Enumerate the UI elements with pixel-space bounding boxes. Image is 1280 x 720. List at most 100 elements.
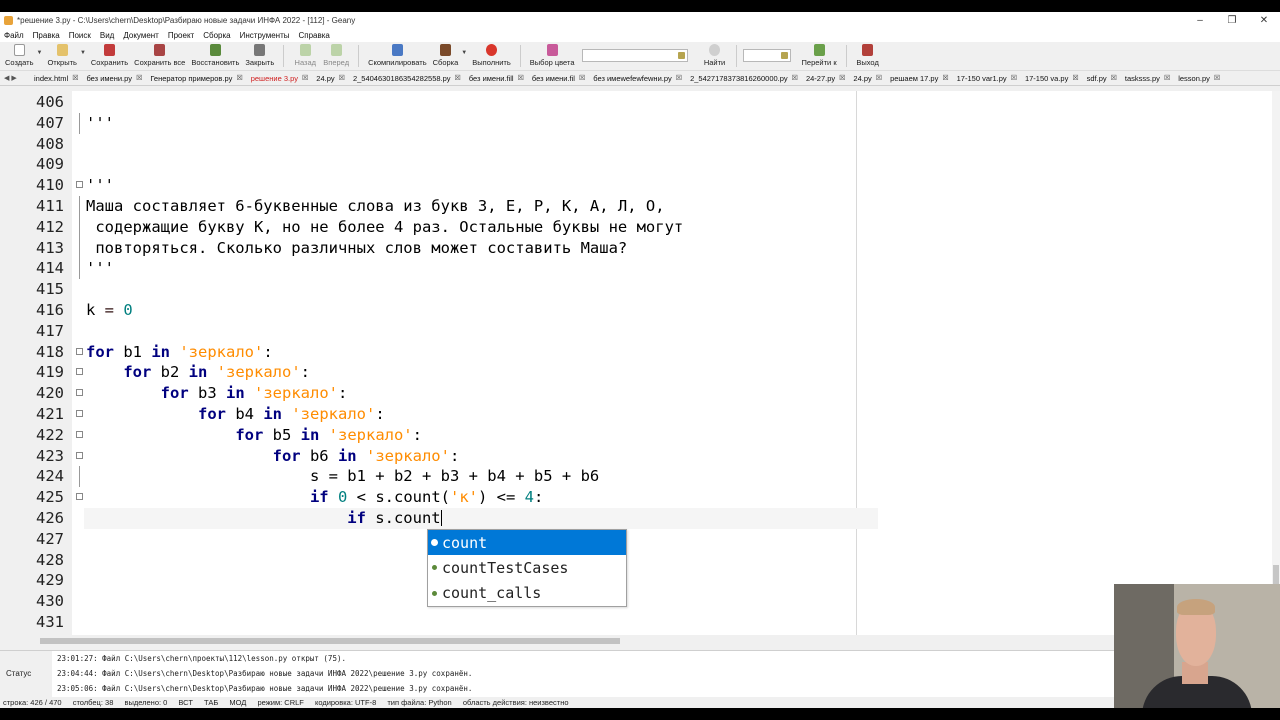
horizontal-scrollbar[interactable] xyxy=(22,635,1272,647)
goto-button[interactable]: Перейти к xyxy=(799,42,840,67)
close-file-button[interactable]: Закрыть xyxy=(242,42,277,67)
tab-17-150-var1[interactable]: 17-150 var1.py ☒ xyxy=(953,74,1021,83)
tab-status[interactable]: Статус xyxy=(6,669,31,678)
goto-icon xyxy=(813,44,825,56)
tab-tasksss[interactable]: tasksss.py ☒ xyxy=(1121,74,1174,83)
open-button[interactable]: Открыть xyxy=(44,42,79,67)
fold-toggle-icon[interactable] xyxy=(76,181,83,189)
close-tab-icon[interactable]: ☒ xyxy=(876,74,882,82)
close-tab-icon[interactable]: ☒ xyxy=(136,74,142,82)
menu-build[interactable]: Сборка xyxy=(203,31,230,40)
horizontal-scroll-thumb[interactable] xyxy=(40,638,620,644)
tab-solve-17[interactable]: решаем 17.py ☒ xyxy=(886,74,953,83)
close-window-button[interactable]: ✕ xyxy=(1248,12,1280,29)
run-button[interactable]: Выполнить xyxy=(469,42,514,67)
find-button[interactable]: Найти xyxy=(700,42,730,67)
fold-toggle-icon[interactable] xyxy=(76,410,83,417)
close-tab-icon[interactable]: ☒ xyxy=(1072,74,1078,82)
fold-line xyxy=(79,258,80,280)
exit-button[interactable]: Выход xyxy=(853,42,883,67)
maximize-button[interactable]: ❐ xyxy=(1216,12,1248,29)
status-eol-mode: режим: CRLF xyxy=(257,698,304,707)
close-tab-icon[interactable]: ☒ xyxy=(1214,74,1220,82)
menu-help[interactable]: Справка xyxy=(299,31,330,40)
menu-file[interactable]: Файл xyxy=(4,31,24,40)
autocomplete-popup: count countTestCases count_calls xyxy=(427,529,627,607)
forward-button[interactable]: Вперед xyxy=(320,42,352,67)
tab-24-b[interactable]: 24.py ☒ xyxy=(849,74,886,83)
color-picker-button[interactable]: Выбор цвета xyxy=(527,42,578,67)
tab-17-150-va[interactable]: 17-150 va.py ☒ xyxy=(1021,74,1083,83)
status-selection: выделено: 0 xyxy=(124,698,168,707)
create-dropdown-icon[interactable]: ▼ xyxy=(37,50,43,56)
autocomplete-item[interactable]: countTestCases xyxy=(428,555,626,580)
code-line: 424 s = b1 + b2 + b3 + b4 + b5 + b6 xyxy=(36,466,600,488)
close-tab-icon[interactable]: ☒ xyxy=(72,74,78,82)
tab-24[interactable]: 24.py ☒ xyxy=(312,74,349,83)
compile-button[interactable]: Скомпилировать xyxy=(365,42,430,67)
close-tab-icon[interactable]: ☒ xyxy=(839,74,845,82)
restore-icon xyxy=(209,44,221,56)
search-input[interactable] xyxy=(581,49,688,62)
tab-solution-3[interactable]: решение 3.py ☒ xyxy=(247,74,313,83)
close-tab-icon[interactable]: ☒ xyxy=(518,74,524,82)
vertical-scrollbar[interactable] xyxy=(1272,91,1280,647)
close-tab-icon[interactable]: ☒ xyxy=(236,74,242,82)
status-insert-mode: ВСТ xyxy=(178,698,193,707)
fold-toggle-icon[interactable] xyxy=(76,451,83,459)
tab-scroll-arrows[interactable]: ◀ ▶ xyxy=(4,74,30,82)
fold-toggle-icon[interactable] xyxy=(76,389,83,397)
create-button[interactable]: Создать xyxy=(2,42,37,67)
code-line: 409 xyxy=(36,155,64,174)
tab-untitled-wef[interactable]: без имеwefewfewни.py ☒ xyxy=(589,74,686,83)
tab-untitled-fil[interactable]: без имени.fil ☒ xyxy=(528,74,589,83)
tab-2-5427[interactable]: 2_5427178373816260000.py ☒ xyxy=(686,74,802,83)
minimize-button[interactable]: – xyxy=(1184,12,1216,29)
tab-lesson[interactable]: lesson.py ☒ xyxy=(1174,74,1224,83)
close-tab-icon[interactable]: ☒ xyxy=(302,74,308,82)
build-button[interactable]: Сборка xyxy=(430,42,462,67)
code-line: 421 for b4 in 'зеркало': xyxy=(36,405,385,423)
menu-search[interactable]: Поиск xyxy=(69,31,91,40)
tab-sdf[interactable]: sdf.py ☒ xyxy=(1083,74,1121,83)
tab-generator[interactable]: Генератор примеров.py ☒ xyxy=(146,74,246,83)
compile-icon xyxy=(391,44,403,56)
tab-untitled-fill[interactable]: без имени.fill ☒ xyxy=(465,74,528,83)
close-tab-icon[interactable]: ☒ xyxy=(339,74,345,82)
close-tab-icon[interactable]: ☒ xyxy=(1011,74,1017,82)
menu-document[interactable]: Документ xyxy=(123,31,159,40)
save-all-button[interactable]: Сохранить все xyxy=(131,42,188,67)
back-button[interactable]: Назад xyxy=(290,42,320,67)
status-line: строка: 426 / 470 xyxy=(3,698,62,707)
fold-toggle-icon[interactable] xyxy=(76,430,83,438)
menu-edit[interactable]: Правка xyxy=(33,31,60,40)
tab-2-5404[interactable]: 2_5404630186354282558.py ☒ xyxy=(349,74,465,83)
build-dropdown-icon[interactable]: ▼ xyxy=(461,50,467,56)
exit-icon xyxy=(862,44,874,56)
restore-button[interactable]: Восстановить xyxy=(188,42,242,67)
autocomplete-item[interactable]: count_calls xyxy=(428,581,626,606)
code-line: 406 xyxy=(36,93,64,111)
tab-24-27[interactable]: 24-27.py ☒ xyxy=(802,74,849,83)
close-tab-icon[interactable]: ☒ xyxy=(942,74,948,82)
open-dropdown-icon[interactable]: ▼ xyxy=(80,50,86,56)
close-tab-icon[interactable]: ☒ xyxy=(1111,74,1117,82)
close-tab-icon[interactable]: ☒ xyxy=(455,74,461,82)
goto-line-input[interactable] xyxy=(742,49,791,62)
menu-project[interactable]: Проект xyxy=(168,31,194,40)
fold-toggle-icon[interactable] xyxy=(76,347,83,355)
tab-untitled[interactable]: без имени.py ☒ xyxy=(82,74,146,83)
close-tab-icon[interactable]: ☒ xyxy=(792,74,798,82)
tab-index-html[interactable]: index.html ☒ xyxy=(30,74,82,83)
code-line: 416 k = 0 xyxy=(36,301,133,319)
code-line: 427 xyxy=(36,529,64,548)
menu-view[interactable]: Вид xyxy=(100,31,114,40)
menu-tools[interactable]: Инструменты xyxy=(240,31,290,40)
close-tab-icon[interactable]: ☒ xyxy=(676,74,682,82)
close-tab-icon[interactable]: ☒ xyxy=(579,74,585,82)
fold-toggle-icon[interactable] xyxy=(76,368,83,376)
save-button[interactable]: Сохранить xyxy=(88,42,131,67)
close-tab-icon[interactable]: ☒ xyxy=(1164,74,1170,82)
fold-toggle-icon[interactable] xyxy=(76,493,83,501)
autocomplete-item[interactable]: count xyxy=(428,530,626,556)
